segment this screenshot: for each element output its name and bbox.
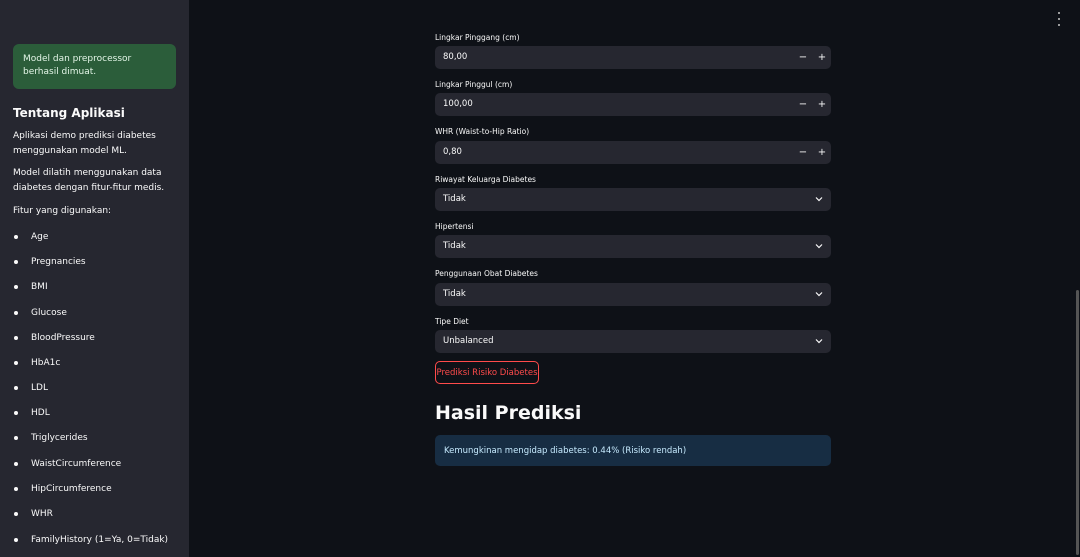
hypertension-value: Tidak [443,241,466,251]
bullet-icon [14,336,18,340]
feature-item: WaistCircumference [13,459,121,469]
bullet-icon [14,361,18,365]
diet-value: Unbalanced [443,336,494,346]
bullet-icon [14,538,18,542]
bullet-icon [14,487,18,491]
chevron-down-icon [815,292,823,297]
feature-item: Triglycerides [13,433,88,443]
scrollbar[interactable] [1076,290,1079,555]
decrement-button[interactable]: − [797,96,809,113]
result-message: Kemungkinan mengidap diabetes: 0.44% (Ri… [444,446,687,456]
feature-item: FamilyHistory (1=Ya, 0=Tidak) [13,535,168,545]
feature-item: HipCircumference [13,484,112,494]
chevron-down-icon [815,244,823,249]
whr-value[interactable]: 0,80 [443,147,462,157]
bullet-icon [14,462,18,466]
medication-value: Tidak [443,289,466,299]
bullet-icon [14,386,18,390]
medication-label: Penggunaan Obat Diabetes [435,269,538,278]
success-message: Model dan preprocessor berhasil dimuat. [23,54,132,77]
sidebar-paragraph-2: Model dilatih menggunakan data diabetes … [13,168,165,193]
hip-value[interactable]: 100,00 [443,99,473,109]
waist-label: Lingkar Pinggang (cm) [435,33,520,42]
bullet-icon [14,512,18,516]
feature-item: Age [13,232,48,242]
result-heading: Hasil Prediksi [435,402,582,424]
feature-item: Glucose [13,308,67,318]
bullet-icon [14,436,18,440]
decrement-button[interactable]: − [797,144,809,161]
feature-item: BloodPressure [13,333,95,343]
bullet-icon [14,285,18,289]
feature-item: HDL [13,408,50,418]
bullet-icon [14,235,18,239]
features-label: Fitur yang digunakan: [13,206,112,216]
result-info-box: Kemungkinan mengidap diabetes: 0.44% (Ri… [435,435,831,466]
bullet-icon [14,411,18,415]
whr-number-input[interactable]: 0,80 − + [435,141,831,164]
feature-item: Pregnancies [13,257,86,267]
family-history-select[interactable]: Tidak [435,188,831,211]
hypertension-label: Hipertensi [435,222,474,231]
increment-button[interactable]: + [816,49,828,66]
diet-select[interactable]: Unbalanced [435,330,831,353]
feature-item: LDL [13,383,48,393]
sidebar-paragraph-1: Aplikasi demo prediksi diabetes mengguna… [13,131,156,156]
feature-item: WHR [13,509,53,519]
predict-button[interactable]: Prediksi Risiko Diabetes [435,361,539,384]
bullet-icon [14,260,18,264]
increment-button[interactable]: + [816,144,828,161]
sidebar: Model dan preprocessor berhasil dimuat. … [0,0,189,557]
hip-number-input[interactable]: 100,00 − + [435,93,831,116]
bullet-icon [14,311,18,315]
diet-label: Tipe Diet [435,317,469,326]
medication-select[interactable]: Tidak [435,283,831,306]
increment-button[interactable]: + [816,96,828,113]
sidebar-heading: Tentang Aplikasi [13,106,125,120]
waist-number-input[interactable]: 80,00 − + [435,46,831,69]
family-history-label: Riwayat Keluarga Diabetes [435,175,536,184]
decrement-button[interactable]: − [797,49,809,66]
hypertension-select[interactable]: Tidak [435,235,831,258]
success-alert: Model dan preprocessor berhasil dimuat. [13,44,176,89]
chevron-down-icon [815,197,823,202]
feature-item: BMI [13,282,48,292]
vertical-dots-icon[interactable] [1056,12,1062,26]
whr-label: WHR (Waist-to-Hip Ratio) [435,127,530,136]
main-content: Lingkar Pinggang (cm) 80,00 − + Lingkar … [189,0,1080,557]
chevron-down-icon [815,339,823,344]
feature-item: HbA1c [13,358,60,368]
family-history-value: Tidak [443,194,466,204]
hip-label: Lingkar Pinggul (cm) [435,80,513,89]
waist-value[interactable]: 80,00 [443,52,467,62]
